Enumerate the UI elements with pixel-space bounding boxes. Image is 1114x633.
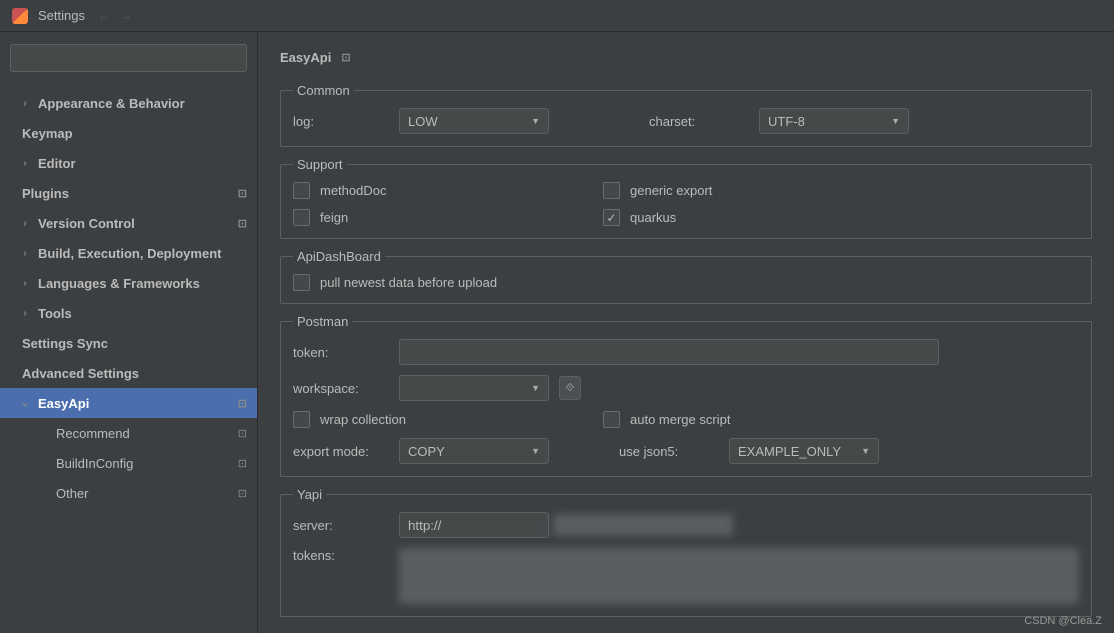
log-select[interactable]: LOW ▼ bbox=[399, 108, 549, 134]
chevron-icon: › bbox=[20, 308, 30, 319]
postman-legend: Postman bbox=[293, 314, 352, 329]
sidebar-item-label: BuildInConfig bbox=[56, 456, 133, 471]
auto-merge-checkbox[interactable] bbox=[603, 411, 620, 428]
project-scope-icon: ⊡ bbox=[238, 217, 247, 230]
project-scope-icon: ⊡ bbox=[238, 397, 247, 410]
sidebar-item-other[interactable]: Other ⊡ bbox=[0, 478, 257, 508]
apidashboard-group: ApiDashBoard pull newest data before upl… bbox=[280, 249, 1092, 304]
workspace-label: workspace: bbox=[293, 381, 389, 396]
charset-label: charset: bbox=[649, 114, 749, 129]
chevron-icon: › bbox=[20, 218, 30, 229]
sidebar-item-appearance-behavior[interactable]: › Appearance & Behavior bbox=[0, 88, 257, 118]
nav-forward-button[interactable]: → bbox=[117, 7, 135, 25]
export-mode-select[interactable]: COPY ▼ bbox=[399, 438, 549, 464]
chevron-icon: › bbox=[20, 158, 30, 169]
sidebar-item-recommend[interactable]: Recommend ⊡ bbox=[0, 418, 257, 448]
wrap-collection-label: wrap collection bbox=[320, 412, 406, 427]
common-group: Common log: LOW ▼ charset: UTF-8 ▼ bbox=[280, 83, 1092, 147]
watermark: CSDN @Clea.Z bbox=[1024, 615, 1102, 627]
sidebar-item-label: Advanced Settings bbox=[22, 366, 139, 381]
genericexport-checkbox[interactable] bbox=[603, 182, 620, 199]
token-label: token: bbox=[293, 345, 389, 360]
server-label: server: bbox=[293, 518, 389, 533]
pull-newest-label: pull newest data before upload bbox=[320, 275, 497, 290]
wrap-collection-checkbox[interactable] bbox=[293, 411, 310, 428]
sidebar-item-tools[interactable]: › Tools bbox=[0, 298, 257, 328]
sidebar-item-label: Other bbox=[56, 486, 89, 501]
chevron-icon: › bbox=[20, 98, 30, 109]
export-mode-label: export mode: bbox=[293, 444, 389, 459]
project-scope-icon: ⊡ bbox=[238, 427, 247, 440]
methoddoc-checkbox[interactable] bbox=[293, 182, 310, 199]
nav-back-button[interactable]: ← bbox=[95, 7, 113, 25]
log-label: log: bbox=[293, 114, 389, 129]
postman-group: Postman token: workspace: ▼ ⟐ wrap colle… bbox=[280, 314, 1092, 477]
auto-merge-label: auto merge script bbox=[630, 412, 730, 427]
chevron-down-icon: ▼ bbox=[531, 116, 540, 126]
tokens-redacted bbox=[399, 548, 1079, 604]
sidebar-item-label: Recommend bbox=[56, 426, 130, 441]
sidebar-item-label: Keymap bbox=[22, 126, 73, 141]
workspace-select[interactable]: ▼ bbox=[399, 375, 549, 401]
yapi-group: Yapi server: tokens: bbox=[280, 487, 1092, 617]
sidebar-item-label: Plugins bbox=[22, 186, 69, 201]
chevron-down-icon: ▼ bbox=[891, 116, 900, 126]
window-title: Settings bbox=[38, 8, 85, 23]
app-icon bbox=[12, 8, 28, 24]
feign-checkbox[interactable] bbox=[293, 209, 310, 226]
pull-newest-checkbox[interactable] bbox=[293, 274, 310, 291]
charset-select[interactable]: UTF-8 ▼ bbox=[759, 108, 909, 134]
project-scope-icon: ⊡ bbox=[341, 51, 350, 64]
server-input[interactable] bbox=[399, 512, 549, 538]
chevron-down-icon: ▼ bbox=[861, 446, 870, 456]
sidebar-item-advanced-settings[interactable]: Advanced Settings bbox=[0, 358, 257, 388]
sidebar-item-label: Languages & Frameworks bbox=[38, 276, 200, 291]
sidebar-item-label: Appearance & Behavior bbox=[38, 96, 185, 111]
chevron-icon: › bbox=[20, 278, 30, 289]
project-scope-icon: ⊡ bbox=[238, 487, 247, 500]
sidebar-item-label: Tools bbox=[38, 306, 72, 321]
workspace-refresh-button[interactable]: ⟐ bbox=[559, 376, 581, 400]
methoddoc-label: methodDoc bbox=[320, 183, 386, 198]
quarkus-label: quarkus bbox=[630, 210, 676, 225]
sidebar-item-build-execution-deployment[interactable]: › Build, Execution, Deployment bbox=[0, 238, 257, 268]
yapi-legend: Yapi bbox=[293, 487, 326, 502]
sidebar-item-version-control[interactable]: › Version Control ⊡ bbox=[0, 208, 257, 238]
token-input[interactable] bbox=[399, 339, 939, 365]
chevron-down-icon: ▼ bbox=[531, 446, 540, 456]
sidebar-item-keymap[interactable]: Keymap bbox=[0, 118, 257, 148]
sidebar-item-easyapi[interactable]: ⌄ EasyApi ⊡ bbox=[0, 388, 257, 418]
feign-label: feign bbox=[320, 210, 348, 225]
genericexport-label: generic export bbox=[630, 183, 712, 198]
common-legend: Common bbox=[293, 83, 354, 98]
sidebar-item-settings-sync[interactable]: Settings Sync bbox=[0, 328, 257, 358]
quarkus-checkbox[interactable] bbox=[603, 209, 620, 226]
settings-main: EasyApi ⊡ Common log: LOW ▼ charset: UTF… bbox=[258, 32, 1114, 633]
project-scope-icon: ⊡ bbox=[238, 187, 247, 200]
titlebar: Settings ← → bbox=[0, 0, 1114, 32]
page-title: EasyApi bbox=[280, 50, 331, 65]
sidebar-item-languages-frameworks[interactable]: › Languages & Frameworks bbox=[0, 268, 257, 298]
project-scope-icon: ⊡ bbox=[238, 457, 247, 470]
sidebar-item-label: Settings Sync bbox=[22, 336, 108, 351]
sidebar-item-label: EasyApi bbox=[38, 396, 89, 411]
sidebar-item-plugins[interactable]: Plugins ⊡ bbox=[0, 178, 257, 208]
sidebar-item-buildinconfig[interactable]: BuildInConfig ⊡ bbox=[0, 448, 257, 478]
support-legend: Support bbox=[293, 157, 347, 172]
support-group: Support methodDoc generic export feign bbox=[280, 157, 1092, 239]
sidebar-item-label: Build, Execution, Deployment bbox=[38, 246, 221, 261]
sidebar-item-label: Editor bbox=[38, 156, 76, 171]
tokens-label: tokens: bbox=[293, 548, 389, 563]
search-input[interactable] bbox=[10, 44, 247, 72]
apidash-legend: ApiDashBoard bbox=[293, 249, 385, 264]
chevron-down-icon: ▼ bbox=[531, 383, 540, 393]
use-json5-select[interactable]: EXAMPLE_ONLY ▼ bbox=[729, 438, 879, 464]
chevron-icon: › bbox=[20, 248, 30, 259]
chevron-icon: ⌄ bbox=[20, 398, 30, 409]
redacted-region bbox=[553, 514, 733, 536]
settings-sidebar: › Appearance & Behavior Keymap › Editor Plugi… bbox=[0, 32, 258, 633]
use-json5-label: use json5: bbox=[619, 444, 719, 459]
sidebar-item-label: Version Control bbox=[38, 216, 135, 231]
sidebar-item-editor[interactable]: › Editor bbox=[0, 148, 257, 178]
